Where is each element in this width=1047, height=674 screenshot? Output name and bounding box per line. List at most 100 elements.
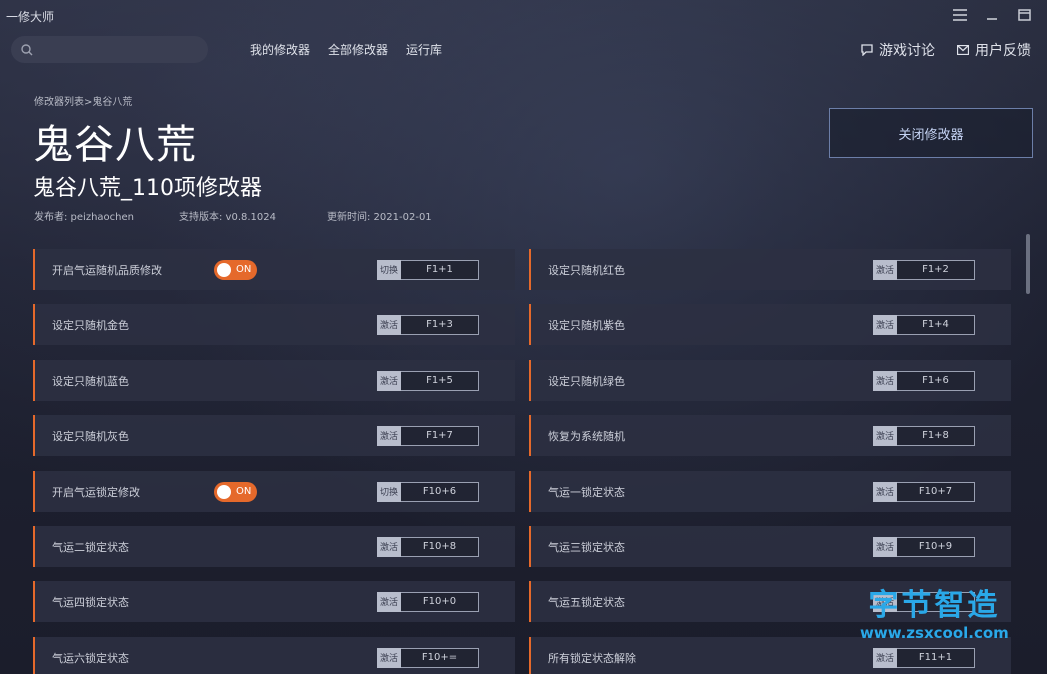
- cheat-label: 气运六锁定状态: [52, 651, 129, 665]
- hotkey-action[interactable]: 激活: [377, 591, 401, 612]
- toggle-state: ON: [236, 264, 252, 275]
- cheat-label: 气运五锁定状态: [548, 595, 625, 609]
- hotkey-key[interactable]: F10+9: [897, 536, 975, 557]
- cheat-label: 设定只随机灰色: [52, 429, 129, 443]
- cheat-row: 气运三锁定状态 激活 F10+9: [529, 526, 1011, 567]
- hotkey-action[interactable]: 激活: [873, 370, 897, 391]
- hotkey-control[interactable]: 切换 F1+1: [377, 259, 479, 280]
- cheat-label: 气运二锁定状态: [52, 540, 129, 554]
- game-discussion-label: 游戏讨论: [879, 43, 935, 59]
- cheat-label: 设定只随机蓝色: [52, 374, 129, 388]
- top-nav: 我的修改器 全部修改器 运行库: [250, 41, 442, 58]
- cheat-row: 设定只随机紫色 激活 F1+4: [529, 304, 1011, 345]
- hotkey-control[interactable]: 激活 F1+2: [873, 259, 975, 280]
- hotkey-action[interactable]: 激活: [873, 536, 897, 557]
- cheat-row: 设定只随机绿色 激活 F1+6: [529, 360, 1011, 401]
- hotkey-key[interactable]: F1+2: [897, 259, 975, 280]
- feedback-link[interactable]: 用户反馈: [957, 40, 1031, 60]
- mail-icon: [957, 45, 969, 55]
- hotkey-action[interactable]: 切换: [377, 259, 401, 280]
- hotkey-key[interactable]: F1+1: [401, 259, 479, 280]
- close-trainer-button[interactable]: 关闭修改器: [829, 108, 1033, 158]
- nav-my-trainers[interactable]: 我的修改器: [250, 41, 310, 58]
- hotkey-key[interactable]: F1+4: [897, 314, 975, 335]
- cheat-row: 气运二锁定状态 激活 F10+8: [33, 526, 515, 567]
- toggle-state: ON: [236, 486, 252, 497]
- watermark: 字节智造 www.zsxcool.com: [860, 580, 1009, 642]
- hotkey-action[interactable]: 激活: [377, 370, 401, 391]
- hotkey-key[interactable]: F10+6: [401, 481, 479, 502]
- cheat-label: 气运三锁定状态: [548, 540, 625, 554]
- minimize-icon[interactable]: [983, 6, 1001, 24]
- hotkey-control[interactable]: 激活 F1+3: [377, 314, 479, 335]
- cheat-label: 设定只随机绿色: [548, 374, 625, 388]
- hotkey-key[interactable]: F11+1: [897, 647, 975, 668]
- cheat-row: 开启气运随机品质修改 ON 切换 F1+1: [33, 249, 515, 290]
- hotkey-action[interactable]: 激活: [873, 425, 897, 446]
- hotkey-action[interactable]: 切换: [377, 481, 401, 502]
- toggle-knob: [217, 484, 231, 499]
- hotkey-action[interactable]: 激活: [377, 536, 401, 557]
- search-icon: [21, 43, 33, 55]
- hotkey-control[interactable]: 激活 F1+7: [377, 425, 479, 446]
- hotkey-control[interactable]: 激活 F1+6: [873, 370, 975, 391]
- search-box[interactable]: [11, 36, 208, 63]
- cheat-toggle[interactable]: ON: [214, 481, 257, 502]
- menu-icon[interactable]: [951, 6, 969, 24]
- hotkey-key[interactable]: F1+5: [401, 370, 479, 391]
- cheat-label: 开启气运随机品质修改: [52, 263, 162, 277]
- game-discussion-link[interactable]: 游戏讨论: [861, 40, 935, 60]
- hotkey-key[interactable]: F1+8: [897, 425, 975, 446]
- hotkey-key[interactable]: F1+6: [897, 370, 975, 391]
- hotkey-control[interactable]: 激活 F10+=: [377, 647, 479, 668]
- search-input[interactable]: [39, 42, 199, 57]
- feedback-label: 用户反馈: [975, 43, 1031, 59]
- version: 支持版本: v0.8.1024: [179, 212, 276, 223]
- cheat-row: 气运六锁定状态 激活 F10+=: [33, 637, 515, 674]
- scrollbar[interactable]: [1026, 234, 1030, 294]
- hotkey-control[interactable]: 激活 F1+8: [873, 425, 975, 446]
- hotkey-control[interactable]: 激活 F1+4: [873, 314, 975, 335]
- hotkey-key[interactable]: F10+8: [401, 536, 479, 557]
- watermark-url: www.zsxcool.com: [860, 624, 1009, 642]
- hotkey-control[interactable]: 激活 F10+7: [873, 481, 975, 502]
- hotkey-action[interactable]: 激活: [377, 647, 401, 668]
- cheat-row: 所有锁定状态解除 激活 F11+1: [529, 637, 1011, 674]
- hotkey-action[interactable]: 激活: [873, 314, 897, 335]
- hotkey-control[interactable]: 激活 F10+9: [873, 536, 975, 557]
- nav-runtime[interactable]: 运行库: [406, 41, 442, 58]
- cheat-row: 气运一锁定状态 激活 F10+7: [529, 471, 1011, 512]
- trainer-title: 鬼谷八荒_110项修改器: [33, 176, 262, 201]
- hotkey-action[interactable]: 激活: [873, 481, 897, 502]
- hotkey-control[interactable]: 切换 F10+6: [377, 481, 479, 502]
- cheat-toggle[interactable]: ON: [214, 259, 257, 280]
- hotkey-control[interactable]: 激活 F10+8: [377, 536, 479, 557]
- hotkey-action[interactable]: 激活: [377, 425, 401, 446]
- app-title: 一修大师: [6, 10, 55, 24]
- window-controls: [951, 6, 1033, 24]
- cheat-row: 设定只随机蓝色 激活 F1+5: [33, 360, 515, 401]
- hotkey-key[interactable]: F10+0: [401, 591, 479, 612]
- breadcrumb[interactable]: 修改器列表>鬼谷八荒: [34, 93, 132, 108]
- hotkey-key[interactable]: F1+3: [401, 314, 479, 335]
- right-nav: 游戏讨论 用户反馈: [861, 40, 1031, 60]
- cheat-row: 设定只随机金色 激活 F1+3: [33, 304, 515, 345]
- chat-icon: [861, 44, 873, 56]
- hotkey-key[interactable]: F1+7: [401, 425, 479, 446]
- cheat-label: 开启气运锁定修改: [52, 485, 140, 499]
- hotkey-action[interactable]: 激活: [873, 259, 897, 280]
- hotkey-control[interactable]: 激活 F11+1: [873, 647, 975, 668]
- cheat-label: 设定只随机紫色: [548, 318, 625, 332]
- nav-all-trainers[interactable]: 全部修改器: [328, 41, 388, 58]
- hotkey-key[interactable]: F10+=: [401, 647, 479, 668]
- hotkey-action[interactable]: 激活: [377, 314, 401, 335]
- cheat-label: 气运一锁定状态: [548, 485, 625, 499]
- watermark-title: 字节智造: [868, 588, 1001, 623]
- hotkey-action[interactable]: 激活: [873, 647, 897, 668]
- cheat-label: 恢复为系统随机: [548, 429, 625, 443]
- hotkey-key[interactable]: F10+7: [897, 481, 975, 502]
- cheat-row: 开启气运锁定修改 ON 切换 F10+6: [33, 471, 515, 512]
- maximize-icon[interactable]: [1015, 6, 1033, 24]
- hotkey-control[interactable]: 激活 F10+0: [377, 591, 479, 612]
- hotkey-control[interactable]: 激活 F1+5: [377, 370, 479, 391]
